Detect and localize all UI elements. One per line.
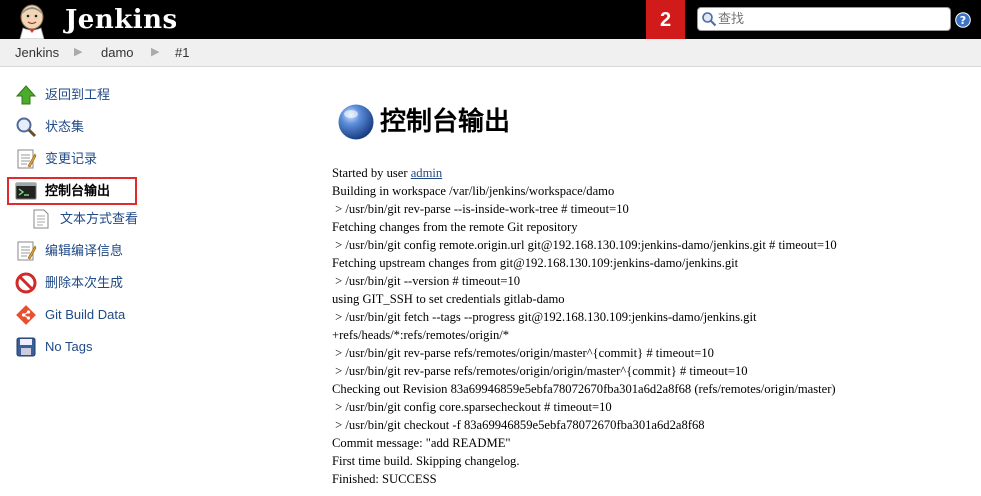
console-line: Fetching upstream changes from git@192.1…: [332, 256, 739, 270]
console-line: Building in workspace /var/lib/jenkins/w…: [332, 184, 615, 198]
task-label: 删除本次生成: [45, 275, 124, 290]
terminal-icon: [15, 182, 37, 200]
task-label: 编辑编译信息: [45, 243, 124, 258]
task-label: No Tags: [45, 339, 93, 354]
console-ball-icon: [338, 104, 374, 140]
jenkins-logo[interactable]: Jenkins: [12, 3, 187, 39]
svg-text:?: ?: [960, 14, 966, 27]
console-line: > /usr/bin/git config remote.origin.url …: [332, 238, 837, 252]
header-bar: Jenkins 2 ?: [0, 0, 981, 40]
document-icon: [33, 209, 49, 229]
console-line: > /usr/bin/git config core.sparsecheckou…: [332, 400, 612, 414]
console-line: Fetching changes from the remote Git rep…: [332, 220, 578, 234]
jenkins-butler-icon: [19, 4, 45, 39]
search-icon: [702, 12, 717, 27]
console-line: > /usr/bin/git rev-parse --is-inside-wor…: [332, 202, 629, 216]
console-line: > /usr/bin/git rev-parse refs/remotes/or…: [332, 364, 748, 378]
task-label: 状态集: [45, 119, 85, 134]
task-label: 文本方式查看: [60, 211, 139, 226]
up-arrow-icon: [15, 85, 37, 105]
breadcrumb-arrow-icon[interactable]: ▶: [74, 39, 82, 66]
breadcrumb: Jenkins ▶ damo ▶ #1: [0, 39, 981, 67]
console-line: Commit message: "add README": [332, 436, 511, 450]
console-line: using GIT_SSH to set credentials gitlab-…: [332, 292, 565, 306]
user-link[interactable]: admin: [411, 166, 442, 180]
git-icon: [16, 305, 36, 325]
console-line: > /usr/bin/git checkout -f 83a69946859e5…: [332, 418, 705, 432]
magnifier-icon: [16, 117, 37, 138]
task-label: 控制台输出: [45, 183, 111, 198]
console-line: > /usr/bin/git --version # timeout=10: [332, 274, 521, 288]
app-title: Jenkins: [65, 5, 178, 35]
build-number-badge: 2: [646, 0, 685, 40]
no-entry-icon: [15, 272, 37, 294]
page-title: 控制台输出: [380, 107, 511, 137]
help-icon[interactable]: ?: [955, 12, 971, 28]
console-output: Started by user admin Building in workspa…: [332, 164, 977, 488]
breadcrumb-build[interactable]: #1: [175, 39, 189, 66]
console-line: Started by user admin: [332, 164, 977, 182]
console-line: Checking out Revision 83a69946859e5ebfa7…: [332, 382, 836, 396]
console-lines: Building in workspace /var/lib/jenkins/w…: [332, 182, 977, 488]
console-line: First time build. Skipping changelog.: [332, 454, 520, 468]
started-by-text: Started by user: [332, 166, 411, 180]
console-line: > /usr/bin/git rev-parse refs/remotes/or…: [332, 346, 714, 360]
notepad-icon: [17, 241, 37, 261]
console-line: Finished: SUCCESS: [332, 472, 437, 486]
breadcrumb-jenkins[interactable]: Jenkins: [15, 39, 59, 66]
task-label: 变更记录: [45, 151, 98, 166]
search-input[interactable]: [718, 9, 946, 29]
console-line: > /usr/bin/git fetch --tags --progress g…: [332, 310, 757, 324]
search-box[interactable]: [697, 7, 951, 31]
save-icon: [16, 337, 36, 357]
task-label: Git Build Data: [45, 307, 126, 322]
console-line: +refs/heads/*:refs/remotes/origin/*: [332, 328, 510, 342]
breadcrumb-project[interactable]: damo: [101, 39, 134, 66]
breadcrumb-arrow-icon[interactable]: ▶: [151, 39, 159, 66]
notepad-icon: [17, 149, 37, 169]
task-label: 返回到工程: [45, 87, 111, 102]
